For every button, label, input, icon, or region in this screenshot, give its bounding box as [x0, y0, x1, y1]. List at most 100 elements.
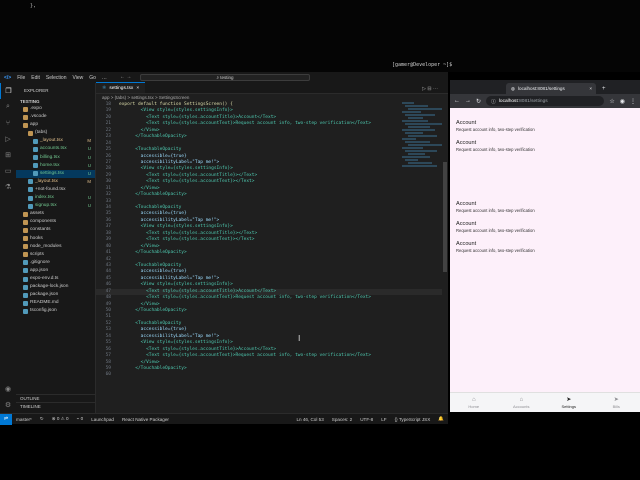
- close-tab-icon[interactable]: ×: [589, 86, 592, 91]
- problems-status[interactable]: ⊗ 0 ⚠ 0: [48, 416, 73, 422]
- browser-tab[interactable]: ◍ localhost:8081/settings ×: [506, 83, 596, 94]
- tree-item[interactable]: assets: [16, 210, 95, 218]
- minimap[interactable]: [402, 102, 444, 172]
- account-icon[interactable]: ◉: [0, 381, 16, 397]
- tree-item[interactable]: README.md: [16, 299, 95, 307]
- file-icon: [33, 147, 38, 153]
- scrollbar-thumb[interactable]: [443, 162, 447, 272]
- file-icon: [33, 155, 38, 161]
- tree-item[interactable]: settings.tsx U: [16, 169, 95, 178]
- editor-scrollbar[interactable]: [442, 102, 448, 413]
- menu-go[interactable]: Go: [86, 75, 99, 81]
- tree-item[interactable]: _layout.tsx M: [16, 137, 95, 145]
- account-setting-item[interactable]: Account Request account info, two-step ve…: [456, 201, 535, 213]
- account-setting-item[interactable]: Account Request account info, two-step ve…: [456, 120, 535, 132]
- menu-edit[interactable]: Edit: [28, 75, 43, 81]
- tree-item[interactable]: +not-found.tsx: [16, 186, 95, 194]
- gear-icon[interactable]: ⚙: [0, 397, 16, 413]
- line-number: 60: [105, 372, 111, 378]
- remote-indicator-icon[interactable]: ⇌: [0, 413, 12, 425]
- close-icon[interactable]: ×: [136, 86, 139, 91]
- address-bar[interactable]: ⓘ localhost:8081/settings: [486, 96, 605, 106]
- tree-item[interactable]: billing.tsx U: [16, 154, 95, 162]
- timeline-section[interactable]: TIMELINE: [16, 402, 96, 410]
- explorer-icon[interactable]: ❐: [0, 83, 16, 99]
- forward-icon[interactable]: →: [465, 98, 471, 104]
- eol-status[interactable]: LF: [377, 417, 390, 422]
- tree-item[interactable]: .gitignore: [16, 259, 95, 267]
- tab-home[interactable]: ⌂ Home: [450, 393, 498, 412]
- language-mode[interactable]: {} TypeScript JSX: [391, 417, 435, 422]
- tree-item[interactable]: app.json: [16, 267, 95, 275]
- tab-settings[interactable]: ➤ Settings: [545, 393, 593, 412]
- tree-item[interactable]: components: [16, 218, 95, 226]
- menu-view[interactable]: View: [70, 75, 87, 81]
- source-control-icon[interactable]: ⑂: [0, 115, 16, 131]
- tree-item[interactable]: _layout.tsx M: [16, 178, 95, 186]
- tree-item[interactable]: (tabs): [16, 129, 95, 137]
- site-info-icon[interactable]: ⓘ: [491, 98, 496, 105]
- tree-item-label: settings.tsx: [40, 170, 64, 176]
- tree-item[interactable]: .vscode: [16, 113, 95, 121]
- breadcrumb[interactable]: app > (tabs) > settings.tsx > SettingsSc…: [96, 94, 448, 102]
- tab-bills[interactable]: ➤ Bills: [593, 393, 640, 412]
- search-icon[interactable]: ⌕: [0, 99, 16, 115]
- packager-status[interactable]: React Native Packager: [118, 417, 173, 422]
- notifications-icon[interactable]: 🔔: [434, 416, 448, 422]
- bookmark-star-icon[interactable]: ☆: [609, 98, 614, 105]
- folder-icon: [23, 211, 28, 217]
- tree-item[interactable]: constants: [16, 226, 95, 234]
- kebab-menu-icon[interactable]: ⋮: [630, 98, 636, 105]
- tree-item[interactable]: .expo: [16, 105, 95, 113]
- account-setting-item[interactable]: Account Request account info, two-step ve…: [456, 221, 535, 233]
- tree-item-label: accounts.tsx: [40, 146, 67, 152]
- terminal-prompt[interactable]: [gamer@Developer ~]$: [392, 62, 455, 68]
- menu-more[interactable]: …: [99, 75, 110, 81]
- tree-item-label: signup.tsx: [35, 203, 57, 209]
- tree-item[interactable]: package-lock.json: [16, 283, 95, 291]
- tree-item-label: hooks: [30, 235, 43, 241]
- menu-file[interactable]: File: [14, 75, 28, 81]
- extensions-icon[interactable]: ⊞: [0, 147, 16, 163]
- tree-item[interactable]: package.json: [16, 291, 95, 299]
- tree-item-label: assets: [30, 211, 44, 217]
- sync-icon[interactable]: ↻: [36, 416, 48, 422]
- tab-settings-tsx[interactable]: ⚛ settings.tsx ×: [96, 82, 146, 93]
- tab-accounts[interactable]: ⌂ Accounts: [498, 393, 546, 412]
- tree-item[interactable]: hooks: [16, 235, 95, 243]
- new-tab-icon[interactable]: +: [602, 86, 606, 92]
- back-icon[interactable]: ←: [454, 98, 460, 104]
- command-center-search[interactable]: ⌕ testing: [140, 74, 310, 81]
- profile-icon[interactable]: ◉: [620, 98, 625, 105]
- code-editor[interactable]: 18 export default function SettingsScreen…: [96, 102, 448, 379]
- code-line[interactable]: 60: [96, 372, 448, 378]
- tree-item[interactable]: expo-env.d.ts: [16, 275, 95, 283]
- encoding-status[interactable]: UTF-8: [356, 417, 377, 422]
- tree-item[interactable]: home.tsx U: [16, 162, 95, 170]
- tree-item[interactable]: scripts: [16, 251, 95, 259]
- remote-explorer-icon[interactable]: ▭: [0, 163, 16, 179]
- file-icon: [28, 187, 33, 193]
- tree-item[interactable]: app: [16, 121, 95, 129]
- cursor-position[interactable]: Ln 46, Col 53: [292, 417, 327, 422]
- branch-status[interactable]: master*: [12, 417, 36, 422]
- tree-item[interactable]: signup.tsx U: [16, 202, 95, 210]
- tree-item[interactable]: index.tsx U: [16, 194, 95, 202]
- account-setting-item[interactable]: Account Request account info, two-step ve…: [456, 241, 535, 253]
- indentation-status[interactable]: Spaces: 2: [328, 417, 356, 422]
- menu-selection[interactable]: Selection: [43, 75, 70, 81]
- nav-back-forward-icon[interactable]: ← →: [120, 74, 131, 80]
- ports-status[interactable]: ⌁ 0: [73, 416, 88, 422]
- reload-icon[interactable]: ↻: [476, 98, 481, 105]
- testing-icon[interactable]: ⚗: [0, 179, 16, 195]
- tree-item[interactable]: node_modules: [16, 243, 95, 251]
- outline-section[interactable]: OUTLINE: [16, 394, 96, 402]
- account-setting-item[interactable]: Account Request account info, two-step ve…: [456, 140, 535, 152]
- launchpad-status[interactable]: Launchpad: [87, 417, 118, 422]
- tree-item[interactable]: tsconfig.json: [16, 307, 95, 315]
- project-folder-header[interactable]: TESTING: [16, 98, 95, 105]
- run-debug-icon[interactable]: ▷: [0, 131, 16, 147]
- git-status-badge: U: [87, 203, 91, 209]
- tree-item[interactable]: accounts.tsx U: [16, 145, 95, 153]
- editor-actions-icon[interactable]: ▷ ⊟ ⋯: [422, 86, 438, 92]
